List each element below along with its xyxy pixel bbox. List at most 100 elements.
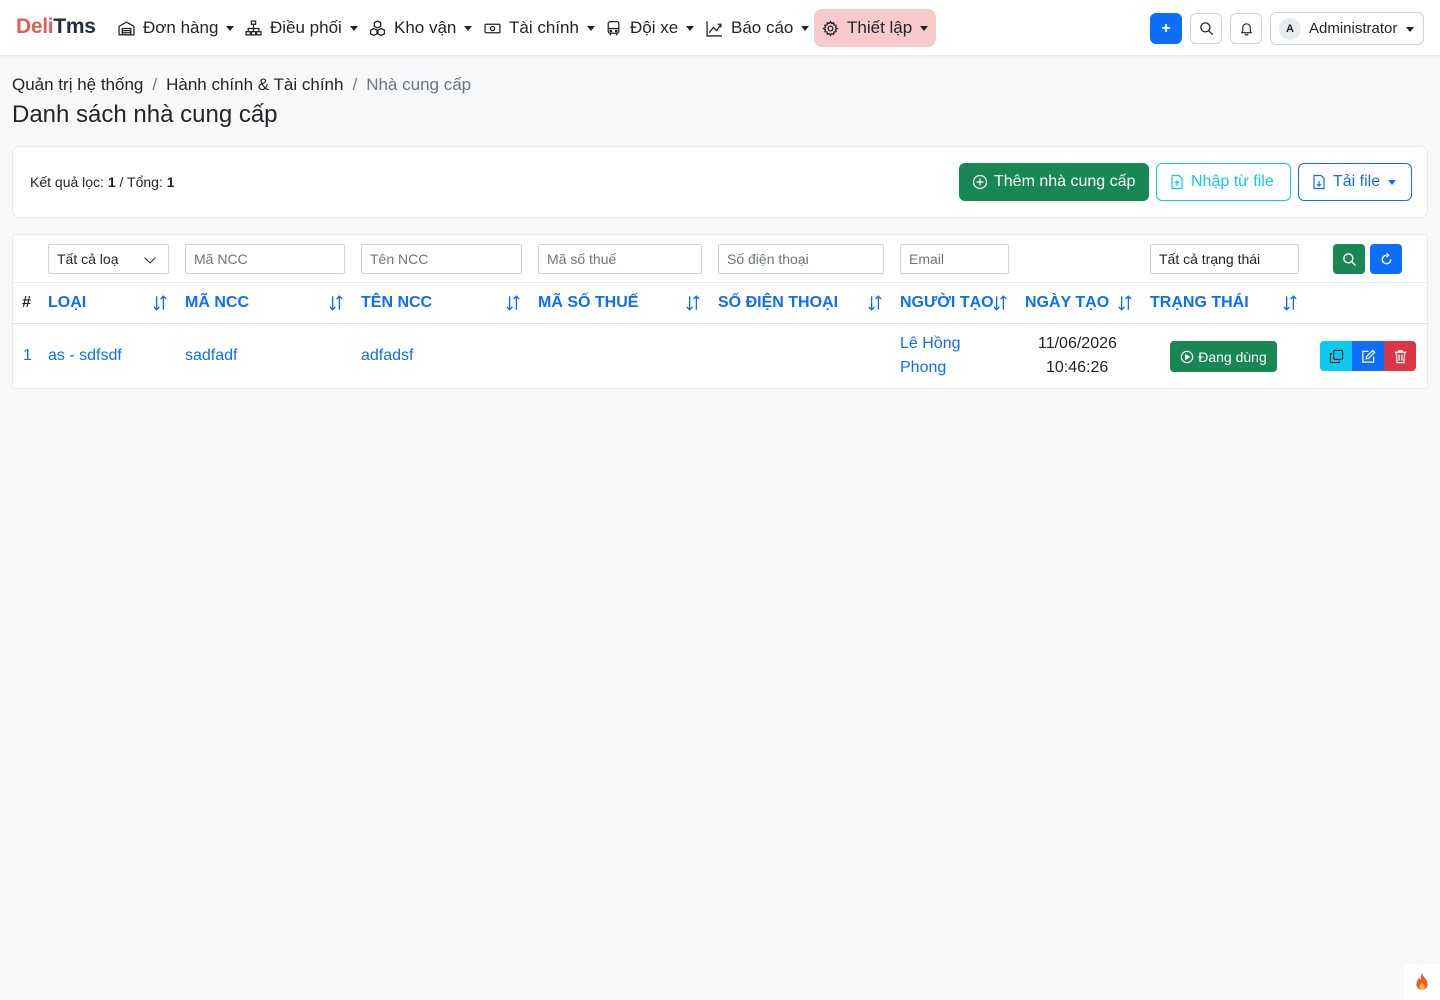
user-name: Administrator (1309, 20, 1398, 37)
sort-icon[interactable] (327, 294, 345, 312)
brand-part2: Tms (53, 15, 96, 38)
plus-circle-icon (972, 174, 988, 190)
page-title: Danh sách nhà cung cấp (12, 101, 278, 128)
caret-down-icon (586, 25, 595, 31)
result-label: Kết quả lọc: (30, 174, 104, 190)
row-type-link[interactable]: as - sdfsdf (48, 347, 122, 365)
nav-don-hang[interactable]: Đơn hàng (110, 9, 242, 47)
sort-icon[interactable] (1281, 294, 1299, 312)
nav-label: Đơn hàng (143, 18, 219, 37)
column-header-creator[interactable]: Người tạo (900, 294, 994, 312)
nav-tai-chinh[interactable]: Tài chính (476, 9, 603, 47)
column-header-tax[interactable]: Mã số thuế (538, 294, 638, 312)
status-badge: Đang dùng (1170, 341, 1277, 372)
column-header-phone[interactable]: Số điện thoại (718, 294, 838, 312)
nav-bao-cao[interactable]: Báo cáo (698, 9, 817, 47)
phone-filter-input[interactable]: Số điện thoại (718, 244, 884, 274)
column-header-name[interactable]: Tên NCC (361, 294, 432, 312)
supplier-table: Tất cả loạ Mã NCC Tên NCC Mã số thuế Số … (12, 234, 1428, 389)
column-header-index: # (22, 294, 31, 311)
nav-label: Kho vận (394, 18, 457, 37)
row-index: 1 (23, 347, 32, 364)
fire-icon (1416, 973, 1428, 990)
status-filter-select[interactable]: Tất cả trạng thái (1150, 244, 1299, 274)
name-filter-input[interactable]: Tên NCC (361, 244, 522, 274)
nav-label: Báo cáo (731, 18, 794, 37)
column-header-type[interactable]: Loại (48, 294, 86, 312)
caret-down-icon (686, 25, 695, 31)
sort-icon[interactable] (991, 294, 1009, 312)
row-created-date: 11/06/2026 (1038, 335, 1117, 352)
row-name-link[interactable]: adfadsf (361, 347, 413, 365)
import-file-label: Nhập từ file (1191, 173, 1274, 190)
breadcrumb-item-current: Nhà cung cấp (366, 75, 472, 94)
download-file-dropdown[interactable]: Tải file (1298, 163, 1412, 201)
user-menu-dropdown[interactable]: A Administrator (1270, 12, 1424, 45)
quick-add-button[interactable]: + (1150, 13, 1182, 44)
type-filter-value: Tất cả loạ (57, 251, 119, 267)
caret-down-icon (226, 25, 235, 31)
column-header-status[interactable]: Trạng thái (1150, 294, 1249, 312)
sort-icon[interactable] (151, 294, 169, 312)
breadcrumb-separator: / (152, 75, 158, 94)
download-file-label: Tải file (1333, 173, 1381, 190)
caret-down-icon (920, 25, 929, 31)
sort-icon[interactable] (684, 294, 702, 312)
notifications-button[interactable] (1230, 13, 1262, 44)
caret-down-icon (349, 25, 358, 31)
result-summary: Kết quả lọc: 1 / Tổng: 1 (30, 174, 175, 190)
add-supplier-label: Thêm nhà cung cấp (994, 173, 1136, 190)
caret-down-icon (1406, 27, 1414, 32)
status-filter-value: Tất cả trạng thái (1159, 251, 1261, 267)
nav-kho-van[interactable]: Kho vận (361, 9, 480, 47)
caret-down-icon (801, 25, 810, 31)
gear-icon (822, 19, 839, 37)
total-label: / Tổng: (119, 174, 163, 190)
sort-icon[interactable] (504, 294, 522, 312)
status-label: Đang dùng (1198, 348, 1267, 365)
breadcrumb-item-admin-finance[interactable]: Hành chính & Tài chính (166, 75, 343, 95)
copy-button[interactable] (1320, 341, 1352, 371)
sort-icon[interactable] (1116, 294, 1134, 312)
bus-icon (607, 20, 620, 35)
result-count: 1 (107, 174, 116, 190)
row-creator-line1[interactable]: Lê Hồng (900, 335, 961, 353)
delete-button[interactable] (1384, 341, 1416, 371)
email-filter-input[interactable]: Email (900, 244, 1009, 274)
tax-filter-input[interactable]: Mã số thuế (538, 244, 702, 274)
row-code-link[interactable]: sadfadf (185, 347, 237, 365)
table-header-row: # Loại Mã NCC Tên NCC Mã số thuế Số điện… (13, 283, 1427, 324)
code-filter-placeholder: Mã NCC (194, 251, 248, 267)
nav-thiet-lap[interactable]: Thiết lập (814, 9, 937, 47)
apply-filter-button[interactable] (1333, 244, 1365, 274)
code-filter-input[interactable]: Mã NCC (185, 244, 345, 274)
file-download-icon (1313, 174, 1325, 190)
fire-widget[interactable] (1404, 964, 1440, 1000)
add-supplier-button[interactable]: Thêm nhà cung cấp (959, 163, 1149, 201)
nav-label: Tài chính (509, 18, 579, 37)
breadcrumb-item-system-admin[interactable]: Quản trị hệ thống (12, 75, 143, 95)
warehouse-icon (118, 20, 135, 36)
caret-down-icon (464, 25, 473, 31)
edit-button[interactable] (1352, 341, 1384, 371)
sort-icon[interactable] (866, 294, 884, 312)
graph-icon (706, 20, 722, 37)
nav-dieu-phoi[interactable]: Điều phối (237, 9, 366, 47)
brand-logo[interactable]: DeliTms (16, 15, 96, 39)
nav-doi-xe[interactable]: Đội xe (597, 9, 702, 47)
nav-label: Thiết lập (847, 18, 913, 37)
caret-down-icon (1388, 179, 1397, 185)
reset-filter-button[interactable] (1370, 244, 1402, 274)
search-button[interactable] (1190, 13, 1222, 44)
row-creator-line2[interactable]: Phong (900, 359, 946, 377)
diagram-icon (245, 19, 262, 36)
boxes-icon (369, 19, 386, 36)
breadcrumb-separator: / (352, 75, 358, 94)
column-header-code[interactable]: Mã NCC (185, 294, 249, 312)
column-header-created-at[interactable]: Ngày tạo (1025, 294, 1109, 312)
email-filter-placeholder: Email (909, 251, 945, 267)
import-file-button[interactable]: Nhập từ file (1156, 163, 1291, 201)
total-count: 1 (166, 174, 175, 190)
play-circle-icon (1180, 350, 1194, 363)
type-filter-select[interactable]: Tất cả loạ (48, 244, 169, 274)
